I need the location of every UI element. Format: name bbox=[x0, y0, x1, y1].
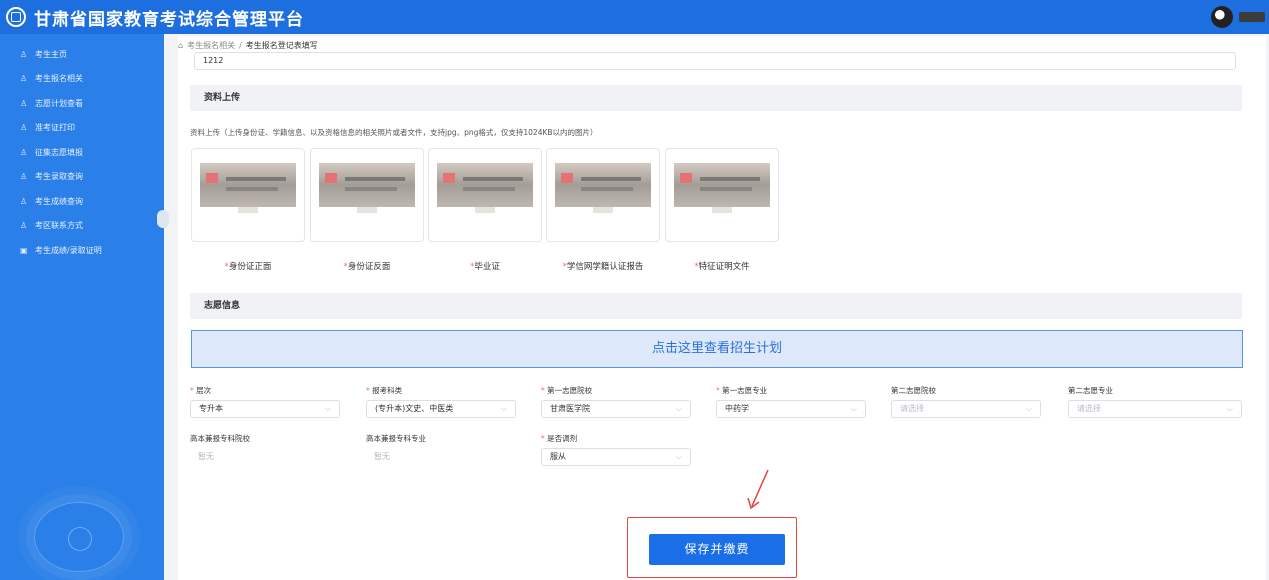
uploaded-image bbox=[319, 163, 415, 207]
chevron-down-icon: ⌵ bbox=[324, 404, 331, 413]
adjust-select[interactable]: 服从 ⌵ bbox=[541, 448, 691, 466]
user-icon: ♙ bbox=[20, 98, 28, 108]
sidebar-item-label: 考生成绩查询 bbox=[35, 196, 83, 206]
sidebar-item-label: 征集志愿填报 bbox=[35, 147, 83, 157]
platform-title: 甘肃省国家教育考试综合管理平台 bbox=[34, 9, 304, 30]
second-major-select[interactable]: 请选择 ⌵ bbox=[1068, 400, 1242, 418]
user-menu[interactable] bbox=[1239, 12, 1265, 22]
uploaded-image bbox=[674, 163, 770, 207]
user-icon: ♙ bbox=[20, 172, 28, 182]
user-icon: ♙ bbox=[20, 221, 28, 231]
first-major-select[interactable]: 中药学 ⌵ bbox=[716, 400, 866, 418]
upload-id-back[interactable] bbox=[310, 148, 424, 242]
also-school-label: 高本兼报专科院校 bbox=[190, 434, 250, 443]
subject-type-select[interactable]: (专升本)文史、中医类 ⌵ bbox=[366, 400, 516, 418]
sidebar-collapse-handle[interactable] bbox=[157, 210, 169, 228]
upload-special-proof[interactable] bbox=[665, 148, 779, 242]
certificate-icon: ▣ bbox=[20, 245, 28, 255]
breadcrumb-parent[interactable]: 考生报名相关 bbox=[187, 40, 235, 51]
user-icon: ♙ bbox=[20, 147, 28, 157]
sidebar-item-collect-volunteer[interactable]: ♙ 征集志愿填报 bbox=[0, 140, 164, 165]
breadcrumb-separator: / bbox=[239, 41, 242, 50]
volunteer-section-title: 志愿信息 bbox=[190, 293, 1242, 319]
sidebar-item-admission-query[interactable]: ♙ 考生录取查询 bbox=[0, 165, 164, 190]
upload-chsi-report[interactable] bbox=[546, 148, 660, 242]
second-school-select[interactable]: 请选择 ⌵ bbox=[891, 400, 1041, 418]
level-select[interactable]: 专升本 ⌵ bbox=[190, 400, 340, 418]
chevron-down-icon: ⌵ bbox=[675, 404, 682, 413]
upload-diploma[interactable] bbox=[428, 148, 542, 242]
sidebar: ♙ 考生主页 ♙ 考生报名相关 ♙ 志愿计划查看 ♙ 准考证打印 ♙ 征集志愿填报 ♙ 考生… bbox=[0, 34, 164, 580]
sidebar-item-home[interactable]: ♙ 考生主页 bbox=[0, 42, 164, 67]
breadcrumb: ⌂ 考生报名相关 / 考生报名登记表填写 bbox=[178, 40, 318, 51]
subject-type-label: * 报考科类 bbox=[366, 386, 403, 395]
sidebar-item-admission-ticket[interactable]: ♙ 准考证打印 bbox=[0, 116, 164, 141]
user-icon: ♙ bbox=[20, 196, 28, 206]
annotation-arrow-icon bbox=[747, 469, 769, 510]
upload-label: *学信网学籍认证报告 bbox=[562, 262, 644, 272]
user-icon: ♙ bbox=[20, 123, 28, 133]
avatar[interactable] bbox=[1211, 6, 1233, 28]
user-icon: ♙ bbox=[20, 49, 28, 59]
chevron-down-icon: ⌵ bbox=[675, 452, 682, 461]
main-content: ⌂ 考生报名相关 / 考生报名登记表填写 1212 资料上传 资料上传（上传身份… bbox=[178, 36, 1266, 580]
also-major-label: 高本兼报专科专业 bbox=[366, 434, 426, 443]
upload-label: *特征证明文件 bbox=[694, 262, 750, 272]
previous-field-input[interactable]: 1212 bbox=[194, 52, 1236, 70]
sidebar-item-label: 考生主页 bbox=[35, 49, 67, 59]
also-school-value: 暂无 bbox=[198, 452, 214, 461]
also-major-value: 暂无 bbox=[374, 452, 390, 461]
sidebar-item-certificate[interactable]: ▣ 考生成绩/录取证明 bbox=[0, 238, 164, 263]
sidebar-item-score-query[interactable]: ♙ 考生成绩查询 bbox=[0, 189, 164, 214]
upload-label: *毕业证 bbox=[470, 262, 500, 272]
breadcrumb-current: 考生报名登记表填写 bbox=[245, 41, 318, 50]
home-icon[interactable]: ⌂ bbox=[178, 41, 183, 50]
uploaded-image bbox=[200, 163, 296, 207]
sidebar-item-plan[interactable]: ♙ 志愿计划查看 bbox=[0, 91, 164, 116]
chevron-down-icon: ⌵ bbox=[500, 404, 507, 413]
chevron-down-icon: ⌵ bbox=[1025, 404, 1032, 413]
save-highlight-frame: 保存并缴费 bbox=[627, 517, 797, 578]
uploaded-image bbox=[555, 163, 651, 207]
upload-id-front[interactable] bbox=[191, 148, 305, 242]
level-label: * 层次 bbox=[190, 386, 212, 395]
upload-section-title: 资料上传 bbox=[190, 85, 1242, 111]
upload-label: *身份证正面 bbox=[224, 262, 272, 272]
chevron-down-icon: ⌵ bbox=[1226, 404, 1233, 413]
first-major-label: * 第一志愿专业 bbox=[716, 386, 768, 395]
top-bar: 甘肃省国家教育考试综合管理平台 bbox=[0, 0, 1269, 34]
second-school-label: 第二志愿院校 bbox=[891, 386, 936, 395]
second-major-label: 第二志愿专业 bbox=[1068, 386, 1113, 395]
sidebar-item-label: 考生成绩/录取证明 bbox=[35, 245, 102, 255]
upload-label: *身份证反面 bbox=[343, 262, 391, 272]
view-plan-banner[interactable]: 点击这里查看招生计划 bbox=[191, 330, 1243, 368]
save-and-pay-button[interactable]: 保存并缴费 bbox=[649, 534, 785, 565]
sidebar-item-label: 考生录取查询 bbox=[35, 172, 83, 182]
sidebar-item-registration[interactable]: ♙ 考生报名相关 bbox=[0, 67, 164, 92]
user-icon: ♙ bbox=[20, 74, 28, 84]
first-school-label: * 第一志愿院校 bbox=[541, 386, 593, 395]
adjust-label: * 是否调剂 bbox=[541, 434, 578, 443]
upload-hint: 资料上传（上传身份证、学籍信息、以及资格信息的相关照片或者文件，支持jpg、pn… bbox=[190, 128, 598, 137]
platform-logo-icon bbox=[6, 7, 26, 27]
chevron-down-icon: ⌵ bbox=[850, 404, 857, 413]
emblem-decoration-icon bbox=[34, 502, 124, 572]
sidebar-item-label: 志愿计划查看 bbox=[35, 98, 83, 108]
uploaded-image bbox=[437, 163, 533, 207]
sidebar-item-label: 考生报名相关 bbox=[35, 74, 83, 84]
sidebar-item-label: 考区联系方式 bbox=[35, 221, 83, 231]
first-school-select[interactable]: 甘肃医学院 ⌵ bbox=[541, 400, 691, 418]
sidebar-item-label: 准考证打印 bbox=[35, 123, 75, 133]
sidebar-item-contact[interactable]: ♙ 考区联系方式 bbox=[0, 214, 164, 239]
